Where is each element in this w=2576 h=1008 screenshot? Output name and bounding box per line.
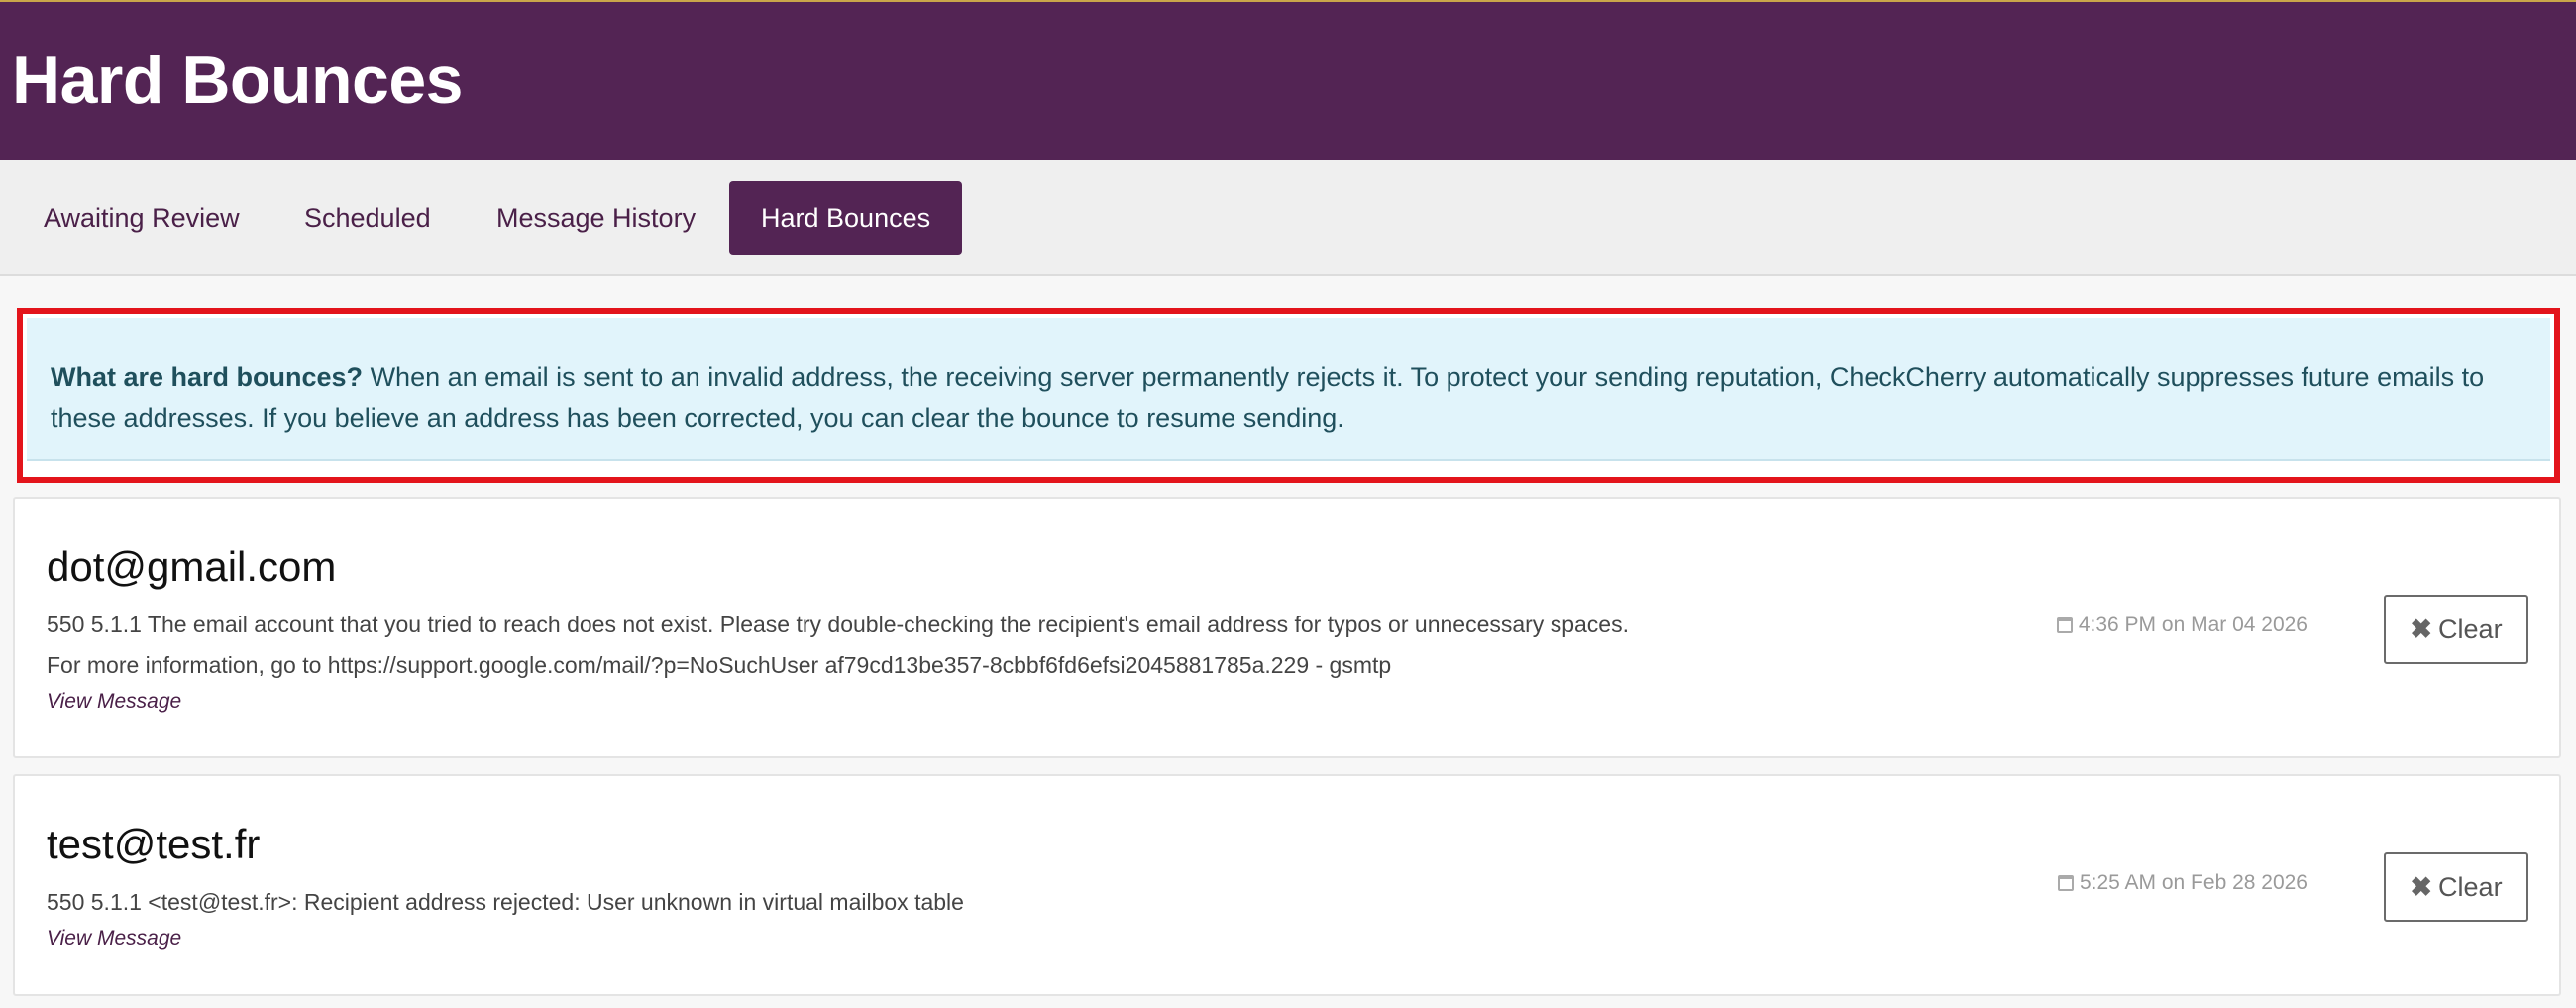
page-header: Hard Bounces xyxy=(0,0,2576,160)
bounce-time-text: 5:25 AM on Feb 28 2026 xyxy=(2079,871,2308,894)
bounce-message-line: For more information, go to https://supp… xyxy=(47,652,1392,678)
view-message-link[interactable]: View Message xyxy=(47,927,181,951)
info-text: When an email is sent to an invalid addr… xyxy=(51,362,2485,433)
info-highlight-box: What are hard bounces? When an email is … xyxy=(17,308,2560,483)
tab-message-history[interactable]: Message History xyxy=(465,181,727,255)
bounce-message-line: 550 5.1.1 The email account that you tri… xyxy=(47,612,1629,637)
bounce-card: test@test.fr 550 5.1.1 <test@test.fr>: R… xyxy=(13,774,2561,996)
clear-button-label: Clear xyxy=(2438,615,2503,644)
view-message-link[interactable]: View Message xyxy=(47,690,181,714)
info-title: What are hard bounces? xyxy=(51,362,364,392)
tab-hard-bounces[interactable]: Hard Bounces xyxy=(729,181,963,255)
clear-button-label: Clear xyxy=(2438,872,2503,902)
bounce-time-text: 4:36 PM on Mar 04 2026 xyxy=(2078,614,2308,636)
bounce-card: dot@gmail.com 550 5.1.1 The email accoun… xyxy=(13,497,2561,758)
tab-scheduled[interactable]: Scheduled xyxy=(272,181,463,255)
tab-awaiting-review[interactable]: Awaiting Review xyxy=(12,181,271,255)
bounce-email: test@test.fr xyxy=(47,821,261,867)
calendar-icon xyxy=(2056,617,2073,633)
info-alert: What are hard bounces? When an email is … xyxy=(27,318,2550,461)
bounce-timestamp: 4:36 PM on Mar 04 2026 xyxy=(2056,614,2308,637)
calendar-icon xyxy=(2057,875,2074,891)
page-title: Hard Bounces xyxy=(12,43,464,118)
close-x-icon: ✖ xyxy=(2410,615,2433,644)
bounce-message-line: 550 5.1.1 <test@test.fr>: Recipient addr… xyxy=(47,889,964,915)
tab-bar: Awaiting Review Scheduled Message Histor… xyxy=(0,160,2576,276)
close-x-icon: ✖ xyxy=(2410,872,2433,902)
clear-button[interactable]: ✖ Clear xyxy=(2384,852,2528,922)
clear-button[interactable]: ✖ Clear xyxy=(2384,595,2528,664)
bounce-email: dot@gmail.com xyxy=(47,543,337,590)
bounce-timestamp: 5:25 AM on Feb 28 2026 xyxy=(2057,871,2308,895)
